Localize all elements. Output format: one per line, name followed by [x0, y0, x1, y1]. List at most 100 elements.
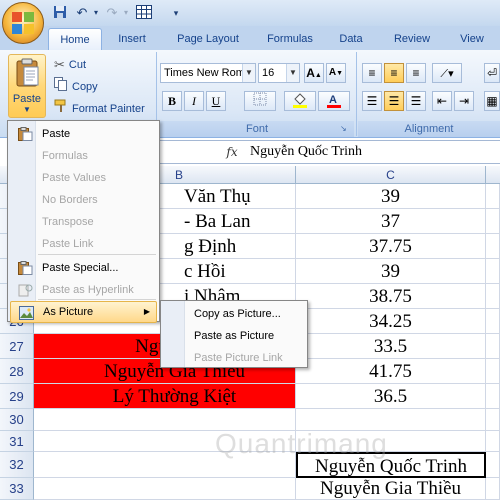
tab-view[interactable]: View [456, 28, 488, 50]
cut-button[interactable]: ✂ Cut [54, 55, 86, 75]
menu-item-paste-as-hyperlink[interactable]: Paste as Hyperlink [10, 279, 157, 301]
cell-d[interactable] [486, 234, 500, 259]
tab-review[interactable]: Review [390, 28, 434, 50]
fill-color-button[interactable] [284, 91, 316, 111]
menu-item-transpose[interactable]: Transpose [10, 211, 157, 233]
font-group-label: Font [160, 121, 354, 137]
undo-dropdown-icon[interactable]: ▾ [88, 5, 104, 21]
font-name-combo[interactable]: Times New Rom ▼ [160, 63, 256, 83]
font-color-button[interactable]: A [318, 91, 350, 111]
menu-item-label: As Picture [43, 306, 94, 318]
cell-d[interactable] [486, 309, 500, 334]
align-right-button[interactable]: ☰ [406, 91, 426, 111]
row-header[interactable]: 31 [0, 431, 34, 452]
italic-button[interactable]: I [184, 91, 204, 111]
align-right-icon: ☰ [410, 94, 422, 108]
menu-item-as-picture[interactable]: As Picture ▶ [10, 301, 157, 323]
menu-separator [38, 299, 156, 300]
cell-c[interactable]: 39 [296, 259, 486, 284]
cell-c[interactable]: 39 [296, 184, 486, 209]
chevron-down-icon[interactable]: ▼ [286, 64, 299, 82]
menu-item-paste-picture-link[interactable]: Paste Picture Link [163, 347, 305, 369]
row-header[interactable]: 30 [0, 409, 34, 431]
caret-up-icon: ▲ [314, 72, 322, 79]
font-size-combo[interactable]: 16 ▼ [258, 63, 300, 83]
paste-button[interactable]: Paste ▼ [8, 54, 46, 118]
table-icon[interactable] [136, 5, 152, 21]
paint-bucket-icon [292, 93, 308, 111]
cell-d[interactable] [486, 284, 500, 309]
borders-button[interactable] [244, 91, 276, 111]
wrap-text-button[interactable]: ⏎ [484, 63, 500, 83]
cell-d[interactable] [486, 209, 500, 234]
menu-item-label: Paste [42, 128, 71, 140]
align-bottom-button[interactable]: ≡ [406, 63, 426, 83]
copy-button[interactable]: Copy [54, 76, 98, 97]
row-header[interactable]: 29 [0, 384, 34, 409]
paste-special-icon [18, 261, 33, 275]
grow-font-button[interactable]: A▲ [304, 63, 324, 83]
menu-item-paste-special[interactable]: Paste Special... [10, 257, 157, 279]
dialog-launcher-icon[interactable]: ↘ [340, 124, 347, 133]
shrink-font-button[interactable]: A▼ [326, 63, 346, 83]
tab-insert[interactable]: Insert [112, 28, 152, 50]
redo-dropdown-icon[interactable]: ▾ [118, 5, 134, 21]
align-left-button[interactable]: ☰ [362, 91, 382, 111]
row-header[interactable]: 27 [0, 334, 34, 359]
insert-function-icon[interactable]: fx [222, 142, 242, 162]
tab-home[interactable]: Home [48, 28, 102, 50]
chevron-down-icon[interactable]: ▼ [242, 64, 255, 82]
menu-item-formulas[interactable]: Formulas [10, 145, 157, 167]
hyperlink-icon [18, 283, 33, 297]
menu-item-no-borders[interactable]: No Borders [10, 189, 157, 211]
cell-d[interactable] [486, 431, 500, 452]
format-painter-button[interactable]: Format Painter [54, 99, 145, 119]
cell-c[interactable]: 37 [296, 209, 486, 234]
underline-button[interactable]: U [206, 91, 226, 111]
cell-c[interactable]: 36.5 [296, 384, 486, 409]
column-header-b[interactable]: B [150, 166, 295, 184]
cell-d[interactable] [486, 384, 500, 409]
cell-d[interactable] [486, 184, 500, 209]
cell-d[interactable] [486, 359, 500, 384]
caret-down-icon: ▼ [336, 70, 344, 77]
tab-page-layout[interactable]: Page Layout [170, 28, 246, 50]
menu-item-copy-as-picture[interactable]: Copy as Picture... [163, 303, 305, 325]
cell-c[interactable]: 41.75 [296, 359, 486, 384]
bold-button[interactable]: B [162, 91, 182, 111]
formula-input[interactable]: Nguyễn Quốc Trinh [250, 142, 362, 162]
cell-d[interactable] [486, 334, 500, 359]
cell-c[interactable]: 33.5 [296, 334, 486, 359]
cell-c[interactable]: 34.25 [296, 309, 486, 334]
tab-formulas[interactable]: Formulas [262, 28, 318, 50]
clipboard-icon [16, 58, 39, 87]
menu-item-paste-values[interactable]: Paste Values [10, 167, 157, 189]
cell-c[interactable]: 38.75 [296, 284, 486, 309]
menu-item-paste-as-picture[interactable]: Paste as Picture [163, 325, 305, 347]
merge-center-button[interactable]: ▦ [484, 91, 500, 111]
office-button[interactable] [2, 2, 44, 44]
orientation-icon: ⟋▾ [440, 68, 454, 80]
save-icon[interactable] [52, 5, 68, 21]
cell-d[interactable] [486, 409, 500, 431]
orientation-button[interactable]: ⟋▾ [432, 63, 462, 83]
cell-d[interactable] [486, 259, 500, 284]
align-middle-button[interactable]: ≡ [384, 63, 404, 83]
menu-item-paste-link[interactable]: Paste Link [10, 233, 157, 255]
column-header-c[interactable]: C [296, 166, 485, 184]
submenu-arrow-icon: ▶ [143, 307, 150, 316]
cell-c[interactable]: 37.75 [296, 234, 486, 259]
group-divider [356, 52, 357, 136]
cell-b[interactable]: Lý Thường Kiệt [34, 384, 296, 409]
row-header[interactable]: 28 [0, 359, 34, 384]
increase-indent-button[interactable]: ⇥ [454, 91, 474, 111]
tab-data[interactable]: Data [336, 28, 366, 50]
cell-d[interactable] [486, 452, 500, 478]
align-center-button[interactable]: ☰ [384, 91, 404, 111]
row-header[interactable]: 32 [0, 452, 34, 478]
menu-item-paste[interactable]: Paste [10, 123, 157, 145]
paintbrush-icon [54, 99, 68, 120]
decrease-indent-button[interactable]: ⇤ [432, 91, 452, 111]
align-top-button[interactable]: ≡ [362, 63, 382, 83]
customize-qat-icon[interactable]: ▾ [168, 5, 184, 21]
